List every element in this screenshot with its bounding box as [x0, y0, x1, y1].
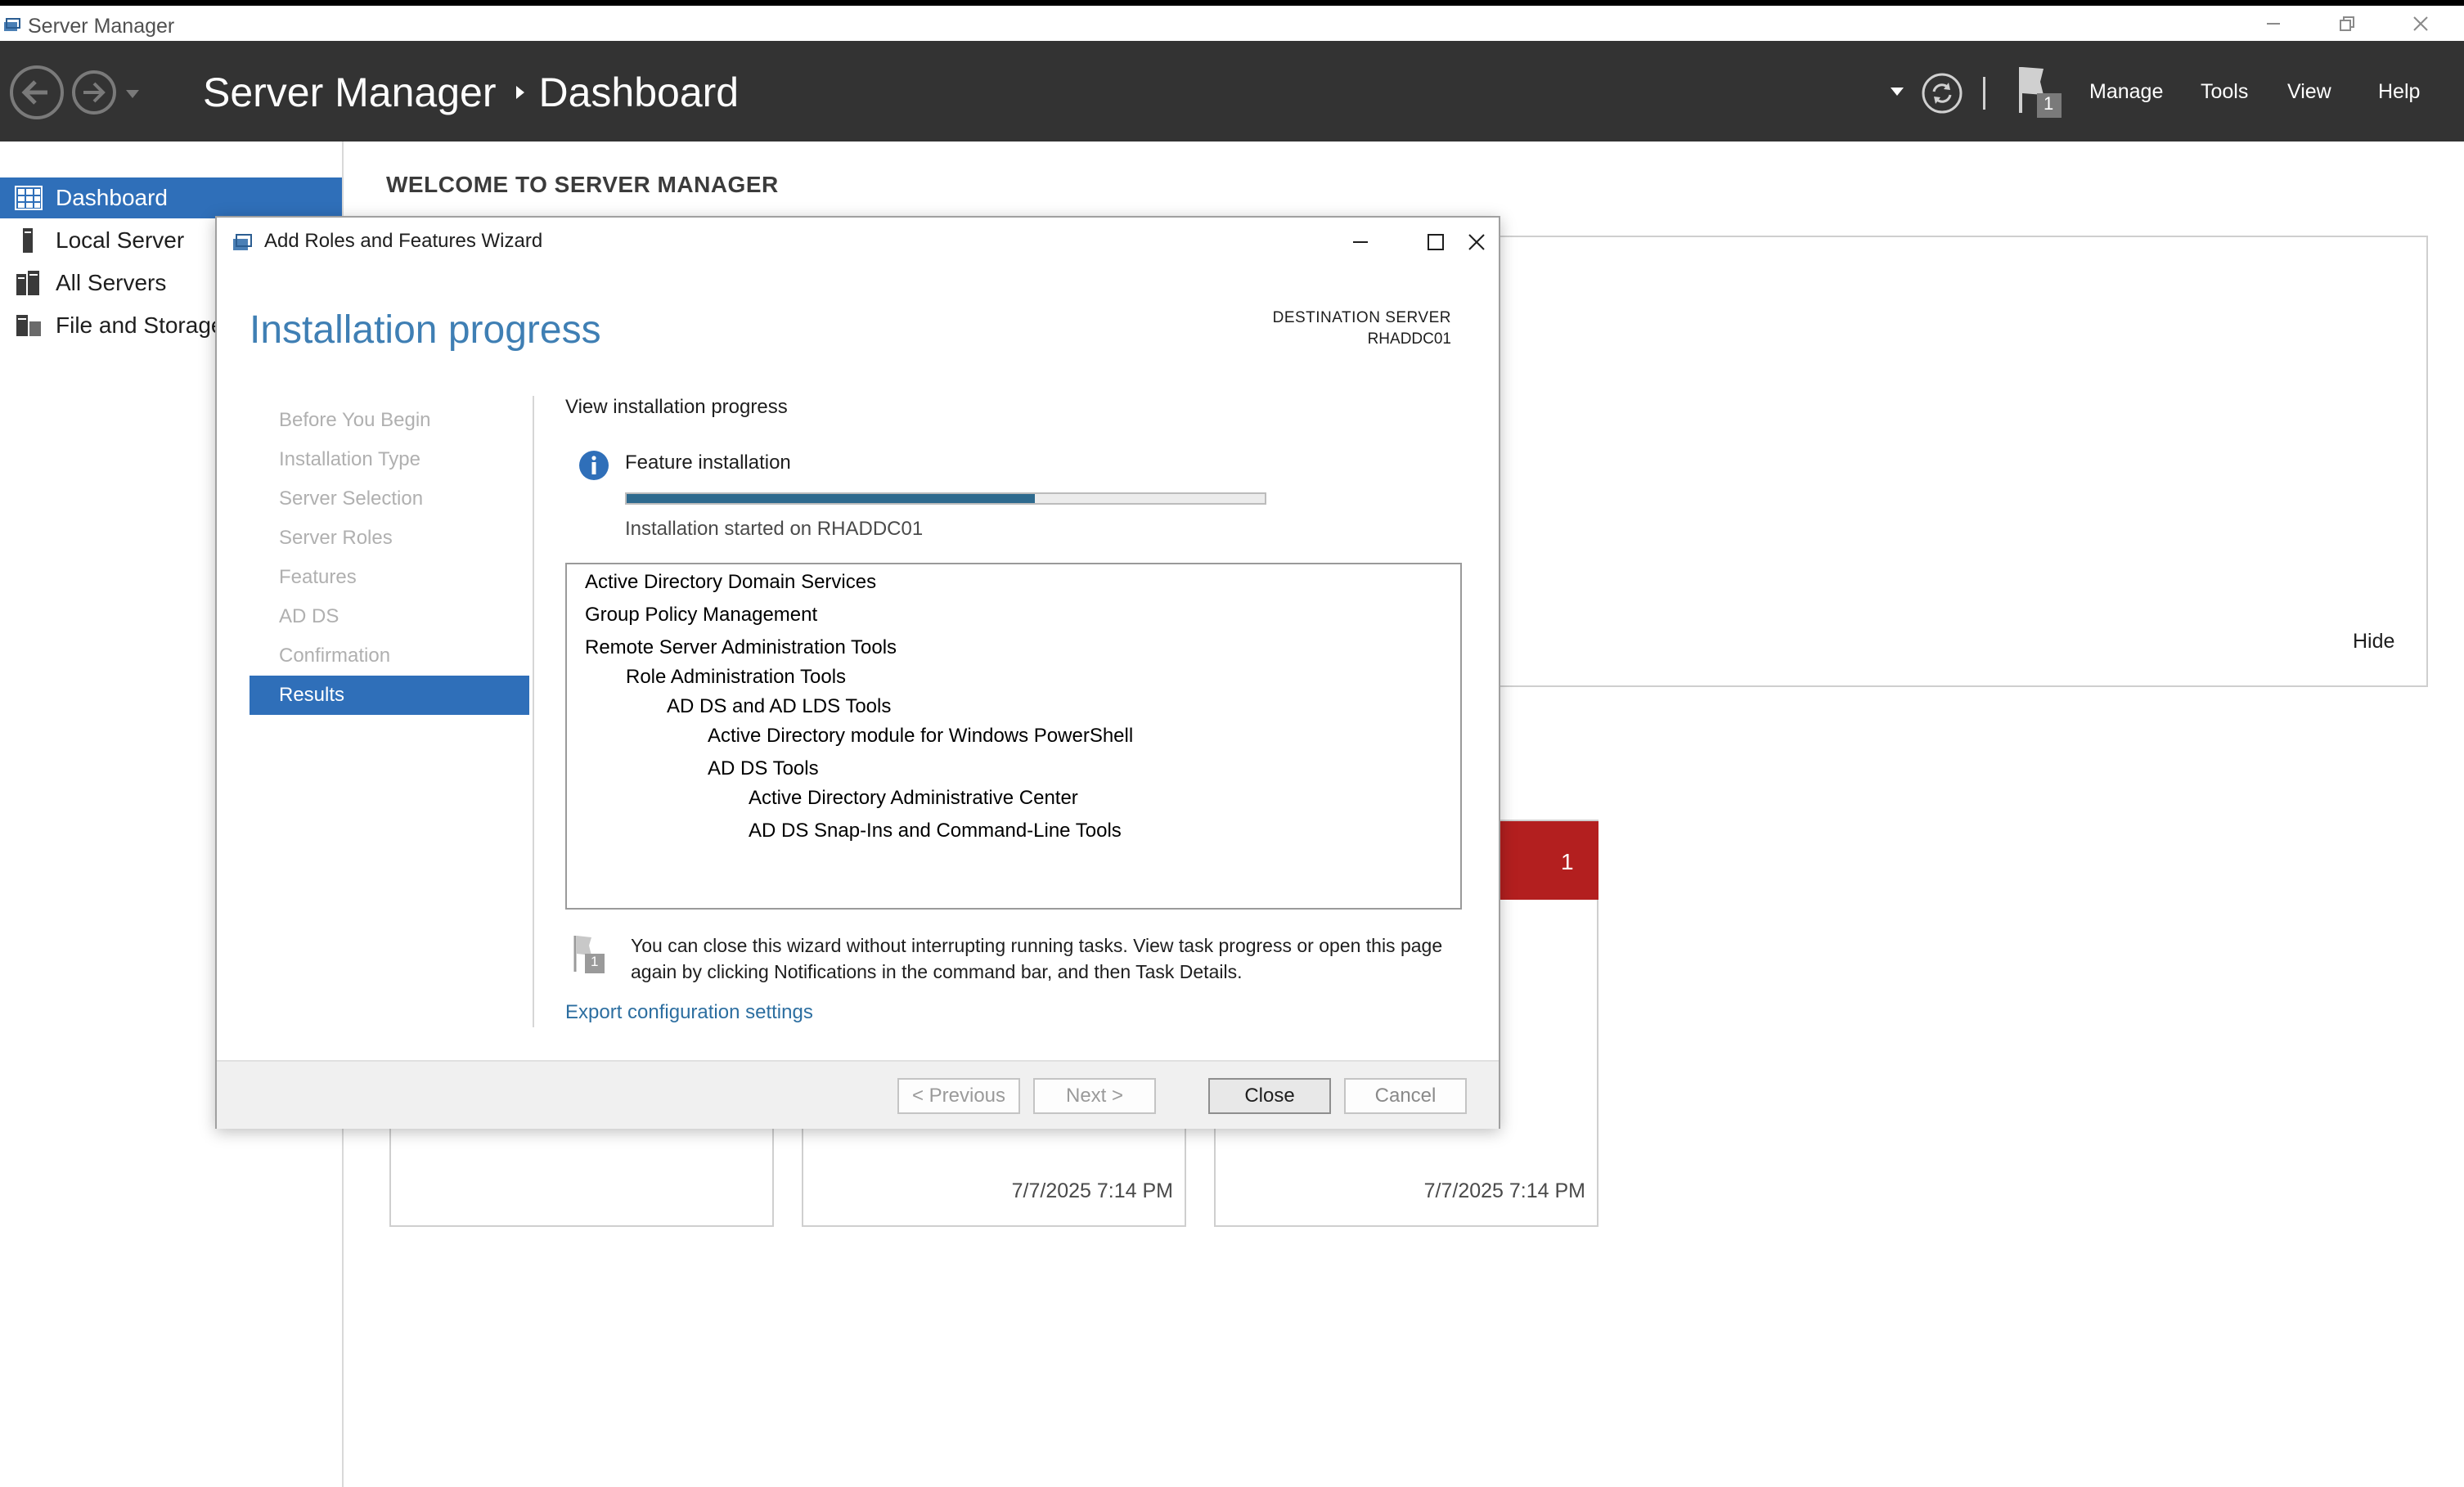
- sidebar-item-dashboard[interactable]: Dashboard: [0, 177, 342, 218]
- forward-arrow-icon: [83, 82, 106, 103]
- forward-button[interactable]: [72, 70, 116, 115]
- breadcrumb-current: Dashboard: [538, 70, 740, 115]
- wizard-note: You can close this wizard without interr…: [631, 935, 1443, 982]
- feature-list: Active Directory Domain Services Group P…: [565, 563, 1462, 910]
- back-button[interactable]: [10, 65, 64, 119]
- feature-item: Active Directory Administrative Center: [749, 787, 1078, 809]
- sidebar-item-label: Dashboard: [56, 185, 168, 210]
- destination-server-name: RHADDC01: [1367, 330, 1451, 348]
- dashboard-icon: [15, 186, 43, 210]
- storage-icon: [16, 315, 41, 336]
- close-icon: [2413, 16, 2428, 31]
- welcome-panel: [1497, 236, 2428, 687]
- dropdown-arrow-icon[interactable]: [1890, 87, 1904, 97]
- step-confirmation: Confirmation: [279, 645, 391, 667]
- progress-fill: [627, 494, 1036, 503]
- menu-help[interactable]: Help: [2378, 78, 2420, 106]
- history-dropdown-icon[interactable]: [124, 88, 141, 100]
- breadcrumb: Server Manager Dashboard: [203, 64, 739, 121]
- window-titlebar: Server Manager: [0, 0, 2464, 41]
- server-manager-icon: [4, 18, 20, 31]
- restore-button[interactable]: [2318, 7, 2376, 40]
- step-ad-ds: AD DS: [279, 605, 339, 627]
- menu-view[interactable]: View: [2287, 78, 2331, 106]
- breadcrumb-root[interactable]: Server Manager: [203, 70, 497, 115]
- notification-flag-note: 1: [572, 934, 606, 975]
- tile-timestamp: 7/7/2025 7:14 PM: [1011, 1179, 1173, 1202]
- close-button[interactable]: Close: [1208, 1078, 1331, 1114]
- cancel-button[interactable]: Cancel: [1344, 1078, 1467, 1114]
- menu-tools[interactable]: Tools: [2201, 78, 2248, 106]
- feature-item: Remote Server Administration Tools: [585, 636, 897, 658]
- welcome-title: WELCOME TO SERVER MANAGER: [386, 172, 779, 197]
- minimize-icon: [2267, 23, 2280, 25]
- step-installation-type: Installation Type: [279, 448, 421, 470]
- destination-server-label: DESTINATION SERVER: [1272, 309, 1451, 326]
- sidebar-item-label: File and Storage: [56, 312, 224, 338]
- feature-item: Group Policy Management: [585, 604, 818, 626]
- sidebar-item-label: Local Server: [56, 227, 185, 253]
- feature-item: Active Directory module for Windows Powe…: [708, 725, 1134, 747]
- export-configuration-link[interactable]: Export configuration settings: [565, 1001, 813, 1024]
- step-server-selection: Server Selection: [279, 487, 424, 510]
- view-progress-label: View installation progress: [565, 396, 788, 418]
- previous-button[interactable]: < Previous: [897, 1078, 1020, 1114]
- tile-2[interactable]: 7/7/2025 7:14 PM: [802, 1112, 1186, 1227]
- feature-item: Active Directory Domain Services: [585, 571, 877, 593]
- wizard-titlebar: Add Roles and Features Wizard: [217, 218, 1499, 267]
- minimize-icon: [1353, 241, 1368, 243]
- note-flag-count: 1: [591, 954, 599, 969]
- info-icon: [579, 451, 609, 480]
- step-before-you-begin: Before You Begin: [279, 409, 431, 431]
- feature-item: AD DS Snap-Ins and Command-Line Tools: [749, 820, 1122, 842]
- installation-status-text: Installation started on RHADDC01: [625, 518, 924, 540]
- close-icon: [1468, 234, 1485, 250]
- minimize-button[interactable]: [2245, 7, 2302, 40]
- sidebar-item-label: All Servers: [56, 270, 167, 295]
- close-window-button[interactable]: [2392, 7, 2449, 40]
- next-button[interactable]: Next >: [1033, 1078, 1156, 1114]
- wizard-close-x-button[interactable]: [1452, 224, 1501, 260]
- hide-welcome-link[interactable]: Hide: [2353, 630, 2394, 654]
- feature-item: Role Administration Tools: [626, 666, 847, 688]
- refresh-icon[interactable]: [1921, 72, 1963, 115]
- installation-progress-bar: [625, 492, 1266, 505]
- add-roles-wizard-dialog: Add Roles and Features Wizard Installati…: [215, 216, 1500, 1129]
- command-bar-divider: [1983, 77, 1985, 110]
- breadcrumb-separator-icon: [515, 85, 524, 99]
- step-server-roles: Server Roles: [279, 527, 393, 549]
- wizard-title: Add Roles and Features Wizard: [264, 230, 543, 252]
- alert-count-badge: 1: [1561, 849, 1574, 874]
- notification-flag-icon: [573, 936, 605, 973]
- servers-icon: [16, 271, 39, 295]
- notification-count-badge: 1: [2044, 93, 2054, 114]
- notification-flag-icon: [2019, 67, 2062, 118]
- tile-alert-header[interactable]: [1499, 821, 1598, 900]
- wizard-heading: Installation progress: [250, 308, 601, 352]
- notifications-button[interactable]: 1: [2016, 64, 2068, 121]
- back-arrow-icon: [21, 80, 47, 105]
- feature-item: AD DS Tools: [708, 757, 819, 779]
- command-bar: Server Manager Dashboard 1 Manage Tools V…: [0, 41, 2464, 142]
- step-results[interactable]: Results: [250, 676, 529, 715]
- tile-1[interactable]: [389, 1112, 774, 1227]
- tile-timestamp: 7/7/2025 7:14 PM: [1423, 1179, 1585, 1202]
- feature-item: AD DS and AD LDS Tools: [667, 695, 892, 717]
- step-features: Features: [279, 566, 357, 588]
- restore-icon: [2340, 16, 2354, 31]
- menu-manage[interactable]: Manage: [2089, 78, 2163, 106]
- wizard-icon: [233, 234, 252, 250]
- server-icon: [23, 228, 33, 253]
- maximize-icon: [1428, 234, 1444, 250]
- wizard-minimize-button[interactable]: [1336, 224, 1385, 260]
- steps-divider: [533, 396, 534, 1027]
- window-title: Server Manager: [28, 15, 175, 38]
- feature-installation-label: Feature installation: [625, 451, 791, 474]
